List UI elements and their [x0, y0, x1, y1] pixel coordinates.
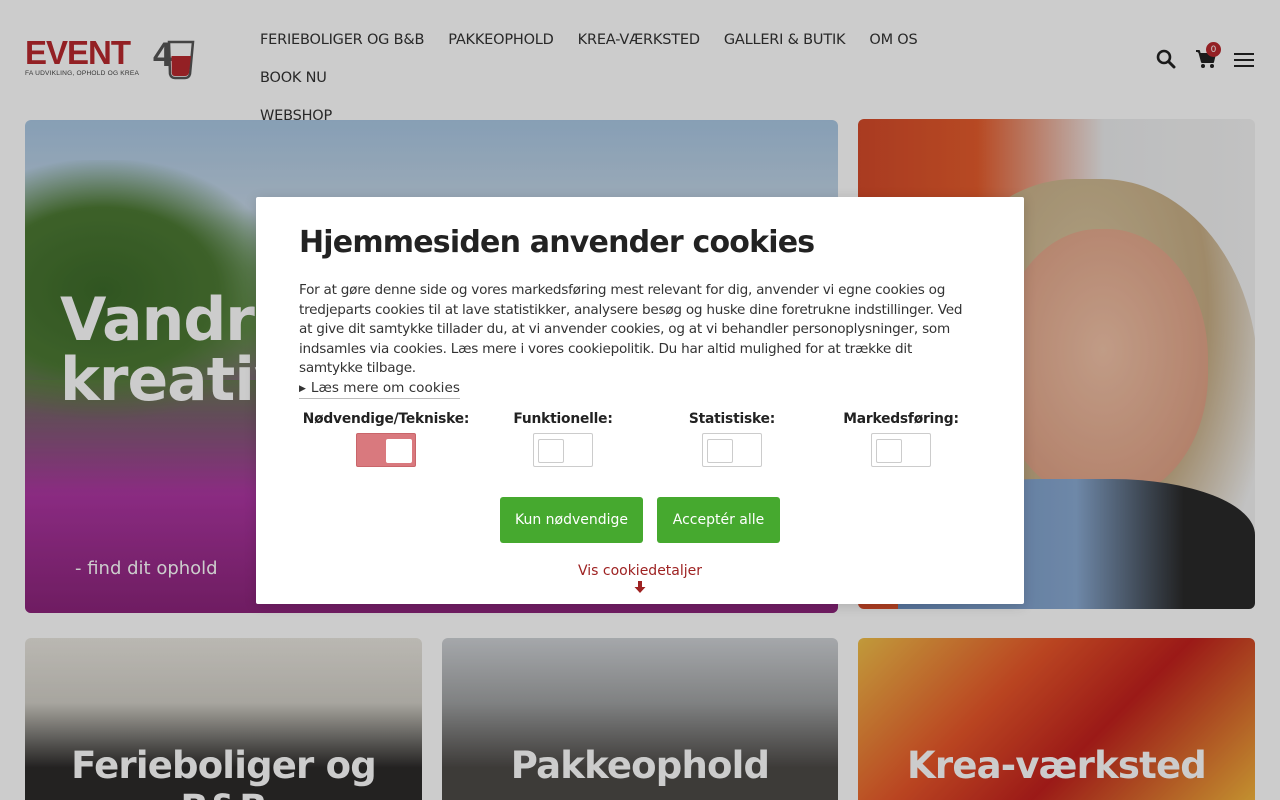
- read-more-cookies-link[interactable]: ▶ Læs mere om cookies: [299, 380, 460, 399]
- consent-category-necessary: Nødvendige/Tekniske:: [299, 411, 473, 467]
- accept-all-button[interactable]: Acceptér alle: [657, 497, 780, 543]
- category-label: Statistiske:: [688, 411, 776, 427]
- consent-category-statistics: Statistiske:: [668, 411, 796, 467]
- functional-toggle[interactable]: [533, 433, 593, 467]
- marketing-toggle[interactable]: [871, 433, 931, 467]
- show-cookie-details-link[interactable]: Vis cookiedetaljer: [256, 563, 1024, 579]
- category-label: Funktionelle:: [513, 411, 613, 427]
- consent-category-functional: Funktionelle:: [497, 411, 629, 467]
- dialog-description: For at gøre denne side og vores markedsf…: [299, 282, 963, 377]
- cookie-consent-dialog: Hjemmesiden anvender cookies For at gøre…: [256, 197, 1024, 604]
- caret-right-icon: ▶: [299, 384, 306, 394]
- category-label: Nødvendige/Tekniske:: [302, 411, 470, 427]
- toggle-knob: [538, 439, 564, 463]
- category-label: Markedsføring:: [843, 411, 959, 427]
- toggle-knob: [386, 439, 412, 463]
- toggle-knob: [876, 439, 902, 463]
- toggle-knob: [707, 439, 733, 463]
- dialog-title: Hjemmesiden anvender cookies: [299, 225, 815, 260]
- necessary-toggle[interactable]: [356, 433, 416, 467]
- consent-category-marketing: Markedsføring:: [834, 411, 968, 467]
- statistics-toggle[interactable]: [702, 433, 762, 467]
- only-necessary-button[interactable]: Kun nødvendige: [500, 497, 643, 543]
- read-more-label: Læs mere om cookies: [310, 380, 460, 396]
- arrow-down-icon[interactable]: [633, 580, 647, 594]
